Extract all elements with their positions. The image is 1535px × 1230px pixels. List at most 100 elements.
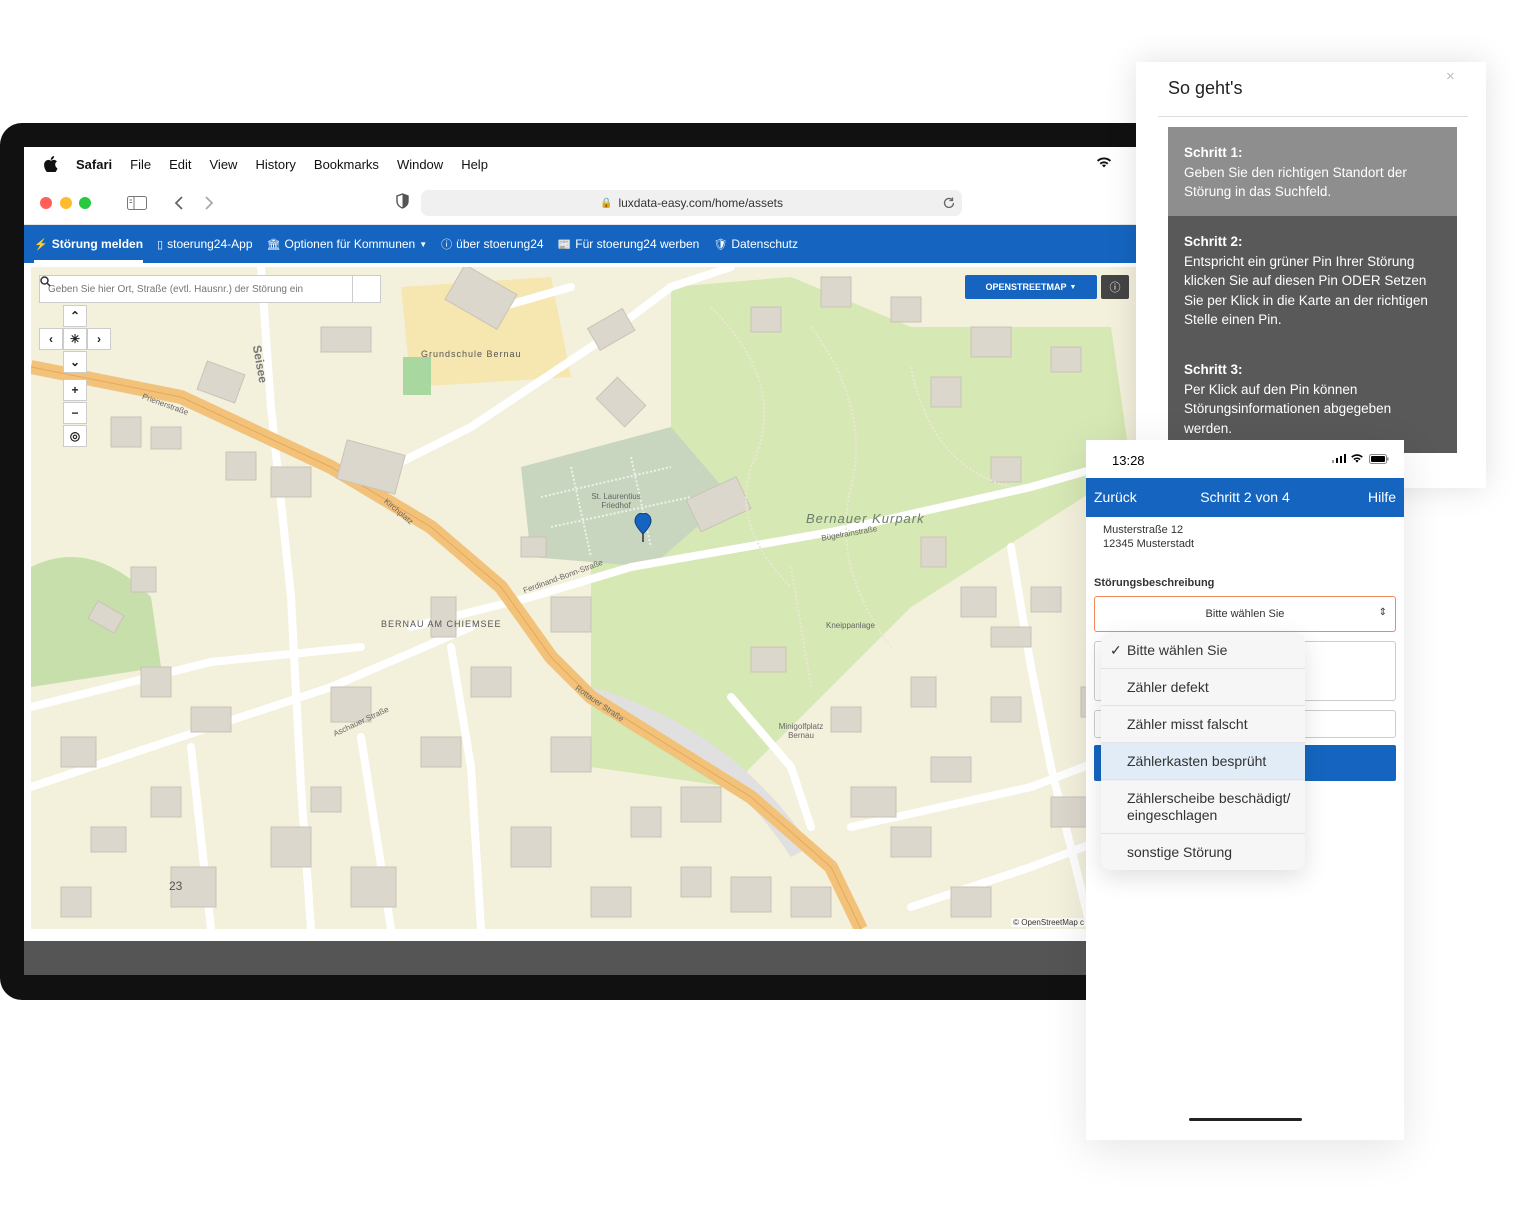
- phone-screen: 13:28 Zurück Schritt 2 von 4 Hilfe Muste…: [1086, 440, 1404, 1140]
- step-title: Schritt 3:: [1184, 362, 1243, 377]
- forward-chevron-icon[interactable]: [204, 195, 214, 211]
- nav-label: stoerung24-App: [167, 237, 253, 251]
- layer-select-label: OPENSTREETMAP: [985, 282, 1067, 292]
- map-label-kneipp: Kneippanlage: [826, 621, 875, 630]
- layer-select-button[interactable]: OPENSTREETMAP ▼: [965, 275, 1097, 299]
- wifi-icon[interactable]: [1096, 156, 1112, 168]
- help-panel: So geht's × Schritt 1: Geben Sie den ric…: [1136, 62, 1486, 488]
- phone-icon: ▯: [157, 238, 164, 251]
- locate-button[interactable]: ◎: [63, 425, 87, 447]
- reload-icon[interactable]: [942, 196, 956, 210]
- step-text: Entspricht ein grüner Pin Ihrer Störung …: [1184, 253, 1428, 328]
- newspaper-icon: 📰: [557, 238, 572, 251]
- caret-down-icon: ▼: [1069, 283, 1077, 291]
- option-bitte-waehlen[interactable]: ✓ Bitte wählen Sie: [1101, 632, 1305, 669]
- menu-help[interactable]: Help: [461, 157, 488, 172]
- menu-window[interactable]: Window: [397, 157, 443, 172]
- sidebar-icon[interactable]: [127, 196, 147, 210]
- chevron-left-icon: ‹: [49, 332, 53, 346]
- close-help-button[interactable]: ×: [1446, 68, 1455, 85]
- description-select[interactable]: Bitte wählen Sie ⇕: [1094, 596, 1396, 632]
- phone-nav-bar: Zurück Schritt 2 von 4 Hilfe: [1086, 478, 1404, 517]
- option-zaehler-defekt[interactable]: Zähler defekt: [1101, 669, 1305, 706]
- address-line-1: Musterstraße 12: [1103, 524, 1184, 536]
- chevron-up-icon: ⌃: [69, 309, 81, 323]
- menu-file[interactable]: File: [130, 157, 151, 172]
- search-icon: [40, 276, 51, 287]
- map-label-number: 23: [169, 879, 183, 893]
- nav-kommunen[interactable]: 🏛 Optionen für Kommunen ▼: [267, 225, 428, 263]
- help-step-3: Schritt 3: Per Klick auf den Pin können …: [1168, 344, 1457, 453]
- help-step-1: Schritt 1: Geben Sie den richtigen Stand…: [1168, 127, 1457, 216]
- step-title: Schritt 1:: [1184, 145, 1243, 160]
- zoom-in-button[interactable]: +: [63, 379, 87, 401]
- step-text: Geben Sie den richtigen Standort der Stö…: [1184, 164, 1407, 200]
- home-indicator[interactable]: [1189, 1118, 1302, 1121]
- menu-history[interactable]: History: [255, 157, 295, 172]
- phone-step-title: Schritt 2 von 4: [1200, 489, 1290, 505]
- url-bar[interactable]: 🔒 luxdata-easy.com/home/assets: [421, 190, 962, 216]
- zoom-out-button[interactable]: −: [63, 402, 87, 424]
- map-search-input[interactable]: [40, 276, 352, 302]
- map-search-box: [39, 275, 381, 303]
- privacy-shield-icon[interactable]: [396, 193, 409, 209]
- menu-edit[interactable]: Edit: [169, 157, 191, 172]
- laptop-screen: Safari File Edit View History Bookmarks …: [24, 147, 1136, 975]
- url-text: luxdata-easy.com/home/assets: [618, 196, 783, 210]
- map-label-park: Bernauer Kurpark: [806, 511, 925, 526]
- nav-stoerung-melden[interactable]: ⚡ Störung melden: [34, 225, 144, 263]
- nav-datenschutz[interactable]: 🛡 Datenschutz: [713, 225, 798, 263]
- map-info-button[interactable]: ⓘ: [1101, 275, 1129, 299]
- bolt-icon: ⚡: [34, 238, 48, 251]
- nav-werben[interactable]: 📰 Für stoerung24 werben: [558, 225, 700, 263]
- help-step-2: Schritt 2: Entspricht ein grüner Pin Ihr…: [1168, 216, 1457, 344]
- chevron-down-icon: ⌄: [69, 355, 81, 369]
- pan-up-button[interactable]: ⌃: [63, 305, 87, 327]
- menu-app[interactable]: Safari: [76, 157, 112, 172]
- address-block: Musterstraße 12 12345 Musterstadt: [1103, 523, 1194, 551]
- menu-bookmarks[interactable]: Bookmarks: [314, 157, 379, 172]
- pan-left-button[interactable]: ‹: [39, 328, 63, 350]
- map-attribution[interactable]: © OpenStreetMap c: [1011, 918, 1086, 927]
- option-zaehlerkasten-bespruht[interactable]: Zählerkasten besprüht: [1101, 743, 1305, 780]
- option-zaehlerscheibe[interactable]: Zählerscheibe beschädigt/ eingeschlagen: [1101, 780, 1305, 834]
- menu-view[interactable]: View: [210, 157, 238, 172]
- pan-right-button[interactable]: ›: [87, 328, 111, 350]
- battery-icon: [1369, 454, 1389, 464]
- mac-menubar: Safari File Edit View History Bookmarks …: [24, 147, 1136, 181]
- map-label-school: Grundschule Bernau: [421, 349, 522, 359]
- map-tiles[interactable]: [31, 267, 1136, 929]
- center-star-icon: ✳: [69, 332, 81, 346]
- shield-icon: 🛡: [713, 238, 728, 251]
- minus-icon: −: [71, 406, 79, 420]
- option-zaehler-misst-falsch[interactable]: Zähler misst falscht: [1101, 706, 1305, 743]
- map-label-town: BERNAU AM CHIEMSEE: [381, 619, 502, 629]
- help-button[interactable]: Hilfe: [1368, 489, 1396, 505]
- zoom-window-button[interactable]: [79, 197, 91, 209]
- search-button[interactable]: [40, 276, 380, 302]
- close-window-button[interactable]: [40, 197, 52, 209]
- updown-chevron-icon: ⇕: [1378, 607, 1387, 618]
- map-pin-icon[interactable]: [634, 513, 652, 543]
- apple-icon[interactable]: [44, 156, 58, 172]
- pan-center-button[interactable]: ✳: [63, 328, 87, 350]
- cellular-signal-icon: [1332, 454, 1346, 463]
- chevron-right-icon: ›: [97, 332, 101, 346]
- nav-label: Störung melden: [51, 237, 144, 251]
- map-view[interactable]: Grundschule Bernau St. Laurentius Friedh…: [31, 267, 1136, 929]
- status-time: 13:28: [1112, 453, 1145, 468]
- divider: [1158, 116, 1468, 117]
- nav-app[interactable]: ▯ stoerung24-App: [157, 225, 252, 263]
- site-navigation: ⚡ Störung melden ▯ stoerung24-App 🏛 Optione…: [24, 225, 1136, 263]
- step-text: Per Klick auf den Pin können Störungsinf…: [1184, 381, 1392, 436]
- nav-label: Datenschutz: [731, 237, 799, 251]
- help-title: So geht's: [1168, 78, 1243, 98]
- phone-status-bar: 13:28: [1086, 440, 1404, 478]
- option-sonstige[interactable]: sonstige Störung: [1101, 834, 1305, 870]
- pan-down-button[interactable]: ⌄: [63, 351, 87, 373]
- nav-ueber[interactable]: ⓘ über stoerung24: [441, 225, 543, 263]
- wifi-icon: [1351, 454, 1363, 463]
- building-icon: 🏛: [266, 238, 281, 251]
- minimize-window-button[interactable]: [60, 197, 72, 209]
- back-chevron-icon[interactable]: [174, 195, 184, 211]
